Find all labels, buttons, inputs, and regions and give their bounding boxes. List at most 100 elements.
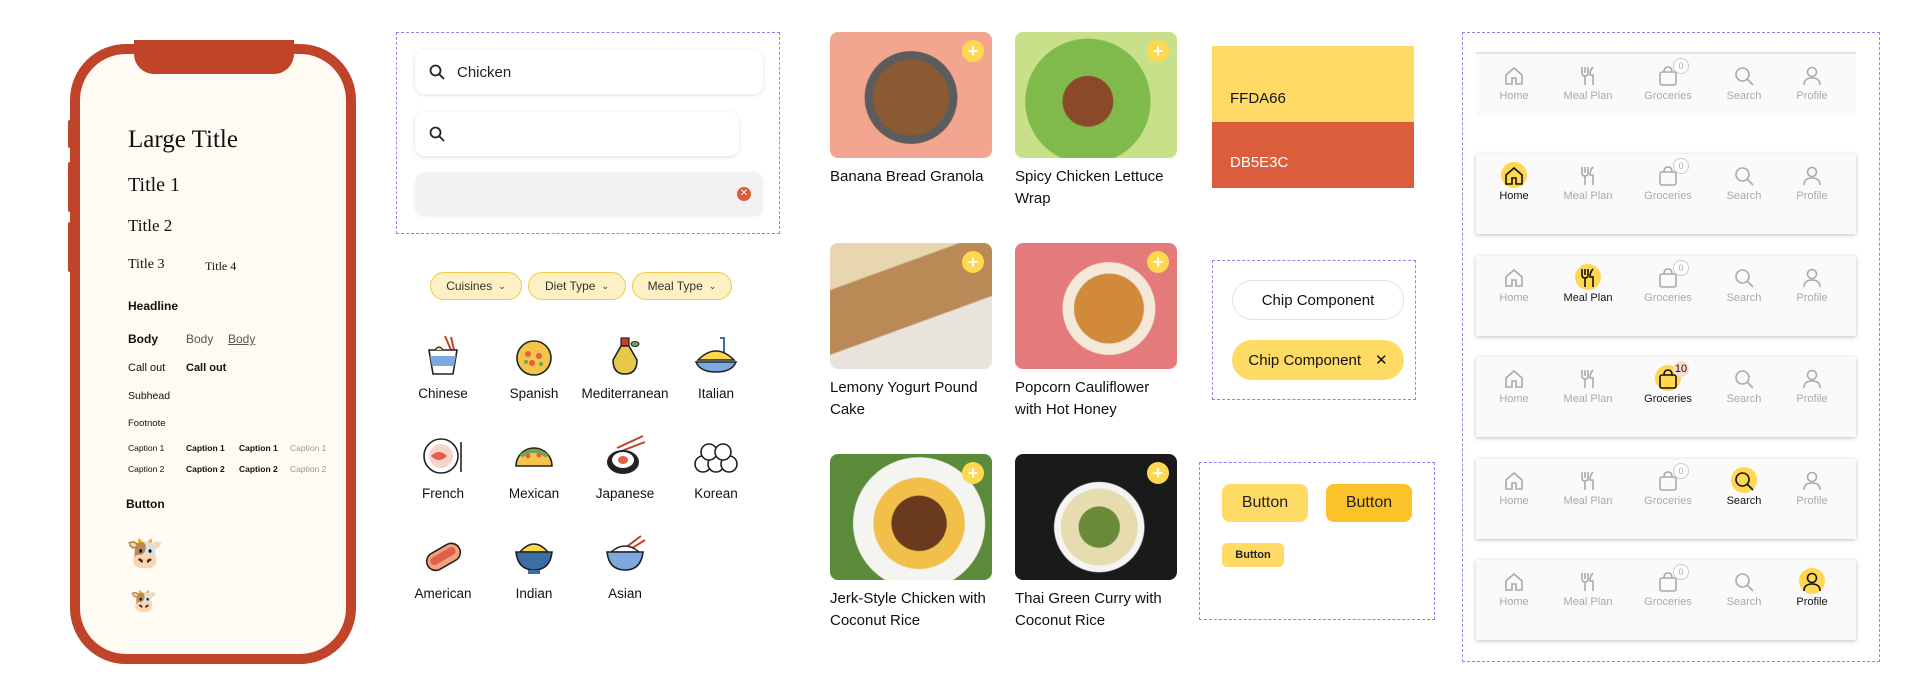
caption1-regular: Caption 1 (128, 443, 165, 453)
tab-bar: Home Meal Plan 10 Groceries Search Profile (1476, 357, 1856, 437)
tab-meal-plan[interactable]: Meal Plan (1550, 64, 1626, 102)
chevron-down-icon: ⌄ (601, 280, 610, 291)
cuisine-italian[interactable]: Italian (661, 334, 771, 401)
tab-home[interactable]: Home (1476, 367, 1552, 405)
caption1-light: Caption 1 (290, 443, 327, 453)
recipe-image: + (1015, 32, 1177, 158)
tab-home[interactable]: Home (1476, 162, 1552, 202)
profile-icon (1800, 570, 1824, 599)
tab-meal-plan[interactable]: Meal Plan (1550, 469, 1626, 507)
recipe-image: + (830, 243, 992, 369)
color-hex: DB5E3C (1230, 154, 1289, 171)
tab-home[interactable]: Home (1476, 469, 1552, 507)
tab-meal-plan[interactable]: Meal Plan (1550, 264, 1626, 304)
color-hex: FFDA66 (1230, 90, 1286, 107)
primary-button-light[interactable]: Button (1222, 484, 1308, 522)
filter-label: Cuisines (446, 279, 493, 293)
recipe-title: Popcorn Cauliflower with Hot Honey (1015, 379, 1150, 418)
tab-search[interactable]: Search (1706, 367, 1782, 405)
add-icon[interactable]: + (962, 40, 984, 62)
fork-knife-icon (1576, 469, 1600, 498)
recipe-title: Thai Green Curry with Coconut Rice (1015, 590, 1162, 629)
title-1: Title 1 (128, 174, 181, 196)
recipe-title: Spicy Chicken Lettuce Wrap (1015, 168, 1164, 207)
search-input-empty[interactable] (415, 112, 739, 156)
tab-search[interactable]: Search (1706, 467, 1782, 507)
tab-groceries[interactable]: 0 Groceries (1630, 158, 1706, 202)
tab-profile[interactable]: Profile (1774, 164, 1850, 202)
caption1-semibold: Caption 1 (186, 443, 225, 453)
tab-search[interactable]: Search (1706, 570, 1782, 608)
tab-profile[interactable]: Profile (1774, 469, 1850, 507)
tab-home[interactable]: Home (1476, 64, 1552, 102)
add-icon[interactable]: + (962, 251, 984, 273)
home-icon (1502, 164, 1526, 193)
add-icon[interactable]: + (1147, 40, 1169, 62)
recipe-card[interactable]: + Spicy Chicken Lettuce Wrap (1015, 32, 1177, 210)
body-link[interactable]: Body (228, 332, 255, 346)
search-icon (1732, 469, 1756, 498)
cuisine-asian[interactable]: Asian (570, 534, 680, 601)
filter-diet-type[interactable]: Diet Type ⌄ (528, 272, 626, 300)
recipe-card[interactable]: + Jerk-Style Chicken with Coconut Rice (830, 454, 992, 632)
tab-meal-plan[interactable]: Meal Plan (1550, 367, 1626, 405)
profile-icon (1800, 64, 1824, 93)
search-input-active[interactable]: ✕ (415, 172, 763, 216)
small-button[interactable]: Button (1222, 543, 1284, 567)
tab-search[interactable]: Search (1706, 64, 1782, 102)
tab-groceries[interactable]: 0 Groceries (1630, 564, 1706, 608)
fork-knife-icon (1576, 266, 1600, 295)
tab-search[interactable]: Search (1706, 164, 1782, 202)
clear-icon[interactable]: ✕ (737, 187, 751, 201)
chip-selected[interactable]: Chip Component ✕ (1232, 340, 1404, 380)
search-icon (1732, 570, 1756, 599)
tab-home[interactable]: Home (1476, 266, 1552, 304)
close-icon[interactable]: ✕ (1375, 351, 1388, 369)
tab-bar: Home Meal Plan 0 Groceries Search Profile (1476, 459, 1856, 539)
chevron-down-icon: ⌄ (708, 280, 717, 291)
tab-profile[interactable]: Profile (1774, 266, 1850, 304)
filter-label: Diet Type (544, 279, 596, 293)
tab-groceries[interactable]: 0 Groceries (1630, 260, 1706, 304)
tab-profile[interactable]: Profile (1774, 568, 1850, 608)
cuisine-label: Asian (608, 586, 642, 601)
home-icon (1502, 64, 1526, 93)
olive-oil-icon (612, 337, 640, 375)
cuisine-label: Korean (694, 486, 738, 501)
cuisine-korean[interactable]: Korean (661, 434, 771, 501)
add-icon[interactable]: + (1147, 462, 1169, 484)
search-icon (429, 126, 445, 142)
tab-groceries[interactable]: 0 Groceries (1630, 463, 1706, 507)
headline: Headline (128, 299, 179, 313)
sushi-icon (607, 435, 646, 474)
chip-label: Chip Component (1261, 291, 1375, 309)
tab-profile[interactable]: Profile (1774, 64, 1850, 102)
tab-profile[interactable]: Profile (1774, 367, 1850, 405)
tab-groceries[interactable]: 10 Groceries (1630, 361, 1706, 405)
recipe-card[interactable]: + Lemony Yogurt Pound Cake (830, 243, 992, 421)
recipe-card[interactable]: + Popcorn Cauliflower with Hot Honey (1015, 243, 1177, 421)
tab-search[interactable]: Search (1706, 266, 1782, 304)
title-3: Title 3 (128, 257, 165, 272)
color-swatch-yellow: FFDA66 (1212, 46, 1414, 122)
taco-icon (515, 447, 553, 467)
fork-knife-icon (1576, 64, 1600, 93)
primary-button-dark[interactable]: Button (1326, 484, 1412, 522)
recipe-card[interactable]: + Banana Bread Granola (830, 32, 992, 188)
tab-meal-plan[interactable]: Meal Plan (1550, 164, 1626, 202)
tab-home[interactable]: Home (1476, 570, 1552, 608)
chip-default[interactable]: Chip Component (1232, 280, 1404, 320)
filter-meal-type[interactable]: Meal Type ⌄ (632, 272, 732, 300)
tab-meal-plan[interactable]: Meal Plan (1550, 570, 1626, 608)
tab-bar: Home Meal Plan 0 Groceries Search Profile (1476, 560, 1856, 640)
cart-count-badge: 0 (1673, 564, 1689, 580)
cart-count-badge: 0 (1673, 58, 1689, 74)
cow-emoji-small: 🐮 (130, 588, 158, 613)
add-icon[interactable]: + (1147, 251, 1169, 273)
search-input-filled[interactable]: Chicken (415, 50, 763, 94)
filter-cuisines[interactable]: Cuisines ⌄ (430, 272, 522, 300)
recipe-card[interactable]: + Thai Green Curry with Coconut Rice (1015, 454, 1177, 632)
add-icon[interactable]: + (962, 462, 984, 484)
tab-groceries[interactable]: 0 Groceries (1630, 58, 1706, 102)
search-icon (1732, 367, 1756, 396)
